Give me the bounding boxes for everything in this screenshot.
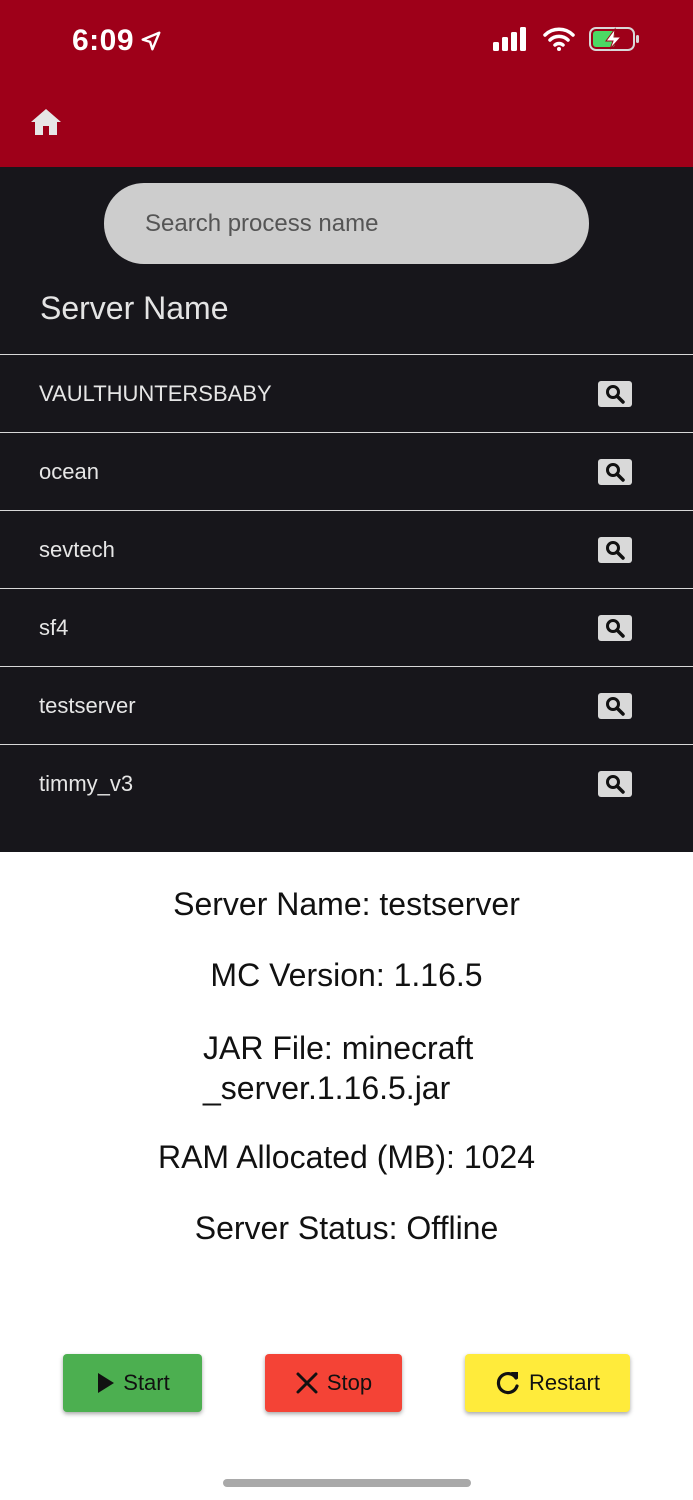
server-name: sevtech bbox=[39, 537, 115, 562]
list-item[interactable]: timmy_v3 bbox=[0, 744, 693, 822]
cellular-signal-icon bbox=[493, 27, 526, 51]
inspect-button[interactable] bbox=[598, 771, 632, 797]
search-icon bbox=[606, 541, 625, 560]
list-header: Server Name bbox=[40, 290, 229, 326]
jar-file-line-1: JAR File: minecraft bbox=[203, 1030, 474, 1066]
inspect-button[interactable] bbox=[598, 537, 632, 563]
server-name: VAULTHUNTERSBABY bbox=[39, 381, 272, 406]
restart-button[interactable]: Restart bbox=[465, 1354, 630, 1412]
inspect-button[interactable] bbox=[598, 459, 632, 485]
status-bar: 6:09 bbox=[0, 0, 693, 84]
detail-jar-file: JAR File: minecraft _server.1.16.5.jar bbox=[203, 1028, 473, 1108]
home-icon bbox=[31, 109, 61, 135]
battery-charging-icon bbox=[589, 27, 639, 51]
detail-server-name: Server Name: testserver bbox=[173, 886, 520, 922]
detail-ram: RAM Allocated (MB): 1024 bbox=[157, 1139, 536, 1175]
restart-label: Restart bbox=[529, 1370, 600, 1395]
server-list: VAULTHUNTERSBABY ocean sevtech sf4 tests… bbox=[0, 354, 693, 822]
server-list-panel: Server Name VAULTHUNTERSBABY ocean sevte… bbox=[0, 167, 693, 852]
start-button[interactable]: Start bbox=[63, 1354, 202, 1412]
server-name: testserver bbox=[39, 693, 136, 718]
stop-label: Stop bbox=[326, 1370, 373, 1395]
detail-status: Server Status: Offline bbox=[194, 1210, 499, 1246]
start-label: Start bbox=[123, 1370, 170, 1395]
server-name: sf4 bbox=[39, 615, 69, 640]
top-app-bar: 6:09 bbox=[0, 0, 693, 167]
status-icons bbox=[493, 26, 641, 52]
search-icon bbox=[606, 463, 625, 482]
list-item[interactable]: testserver bbox=[0, 666, 693, 744]
refresh-icon bbox=[496, 1371, 519, 1395]
search-icon bbox=[606, 697, 625, 716]
wifi-icon bbox=[543, 27, 575, 51]
location-arrow-icon bbox=[141, 31, 161, 51]
status-time: 6:09 bbox=[72, 24, 162, 58]
list-item[interactable]: ocean bbox=[0, 432, 693, 510]
detail-mc-version: MC Version: 1.16.5 bbox=[210, 957, 483, 993]
search-icon bbox=[606, 619, 625, 638]
search-input[interactable] bbox=[104, 183, 589, 264]
stop-button[interactable]: Stop bbox=[265, 1354, 402, 1412]
jar-file-line-2: _server.1.16.5.jar bbox=[203, 1070, 451, 1106]
list-item[interactable]: sevtech bbox=[0, 510, 693, 588]
home-indicator bbox=[223, 1479, 471, 1487]
list-item[interactable]: sf4 bbox=[0, 588, 693, 666]
play-icon bbox=[98, 1373, 115, 1393]
search-icon bbox=[606, 385, 625, 404]
inspect-button[interactable] bbox=[598, 693, 632, 719]
inspect-button[interactable] bbox=[598, 615, 632, 641]
home-button[interactable] bbox=[28, 106, 64, 138]
search-icon bbox=[606, 775, 625, 794]
server-name: timmy_v3 bbox=[39, 771, 134, 796]
server-name: ocean bbox=[39, 459, 99, 484]
time-label: 6:09 bbox=[72, 24, 135, 57]
close-icon bbox=[296, 1372, 318, 1394]
list-item[interactable]: VAULTHUNTERSBABY bbox=[0, 354, 693, 432]
inspect-button[interactable] bbox=[598, 381, 632, 407]
server-details: Server Name: testserver MC Version: 1.16… bbox=[0, 852, 693, 1312]
